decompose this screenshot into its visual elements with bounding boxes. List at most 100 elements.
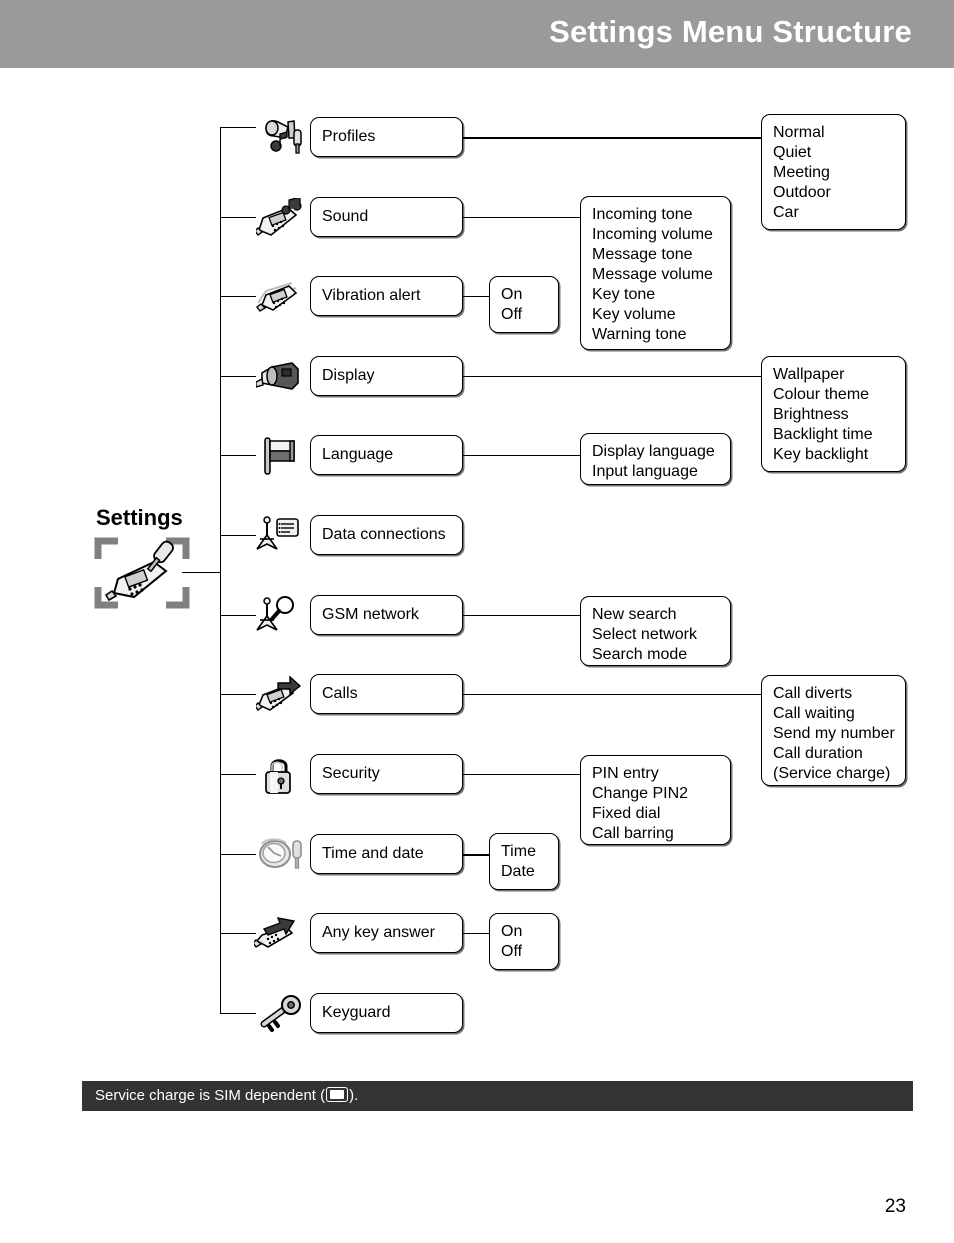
submenu-box-time-and-date[interactable]: Time Date [489,833,559,890]
menu-label: Calls [322,685,358,702]
submenu-item: On [501,923,523,940]
connector-time-and-date [463,854,490,856]
submenu-item: Change PIN2 [592,785,689,802]
phone-music-note-icon [256,198,302,240]
phone-keys-arrow-icon [254,913,300,955]
submenu-item: Wallpaper [773,366,845,383]
submenu-item: Message tone [592,246,693,263]
connector-profiles [463,137,762,139]
submenu-item: Send my number [773,725,895,742]
submenu-item: Colour theme [773,386,870,403]
submenu-item: Off [501,943,523,960]
branch-stub [220,535,256,536]
menu-box-profiles[interactable]: Profiles [310,117,463,157]
submenu-item: Quiet [773,144,812,161]
menu-box-time-and-date[interactable]: Time and date [310,834,463,874]
submenu-box-gsm-network[interactable]: New search Select network Search mode [580,596,731,666]
branch-stub [220,376,256,377]
submenu-item: Fixed dial [592,805,661,822]
branch-stub [220,615,256,616]
connector-vibration [463,296,490,297]
page-number: 23 [884,1196,906,1217]
phone-vibrating-icon [256,277,302,319]
connector-sound [463,217,581,218]
clock-screwdriver-icon [258,832,304,874]
menu-label: Vibration alert [322,287,421,304]
branch-stub [220,933,256,934]
menu-box-calls[interactable]: Calls [310,674,463,714]
submenu-item: Car [773,204,799,221]
submenu-item: Backlight time [773,426,873,443]
flag-icon [260,434,306,476]
tree-trunk [220,127,221,1013]
submenu-box-display[interactable]: Wallpaper Colour theme Brightness Backli… [761,356,906,472]
branch-stub [220,217,256,218]
submenu-item: Date [501,863,535,880]
menu-box-sound[interactable]: Sound [310,197,463,237]
menu-label: Security [322,765,380,782]
menu-label: GSM network [322,606,419,623]
submenu-item: Call diverts [773,685,853,702]
submenu-box-vibration-alert[interactable]: On Off [489,276,559,333]
menu-label: Time and date [322,845,424,862]
connector-gsm-network [463,615,581,616]
footnote-text: Service charge is SIM dependent (). [95,1087,358,1104]
submenu-item: Key backlight [773,446,869,463]
submenu-box-sound[interactable]: Incoming tone Incoming volume Message to… [580,196,731,350]
padlock-icon [262,754,308,796]
submenu-item: Off [501,306,523,323]
submenu-item: Search mode [592,646,688,663]
submenu-item: Select network [592,626,697,643]
projector-icon [256,357,302,399]
menu-box-security[interactable]: Security [310,754,463,794]
submenu-item: Call barring [592,825,674,842]
menu-box-display[interactable]: Display [310,356,463,396]
menu-box-vibration-alert[interactable]: Vibration alert [310,276,463,316]
phone-screwdriver-icon [92,533,192,613]
connector-display [463,376,762,377]
footnote-bar: Service charge is SIM dependent (). [82,1081,913,1111]
root-label: Settings [96,505,183,530]
submenu-box-calls[interactable]: Call diverts Call waiting Send my number… [761,675,906,786]
menu-label: Keyguard [322,1004,391,1021]
submenu-item: Brightness [773,406,849,423]
submenu-box-profiles[interactable]: Normal Quiet Meeting Outdoor Car [761,114,906,230]
sim-card-icon [326,1087,349,1102]
submenu-item: Meeting [773,164,830,181]
submenu-item: Key volume [592,306,676,323]
menu-label: Profiles [322,128,376,145]
submenu-item: Call duration [773,745,863,762]
key-icon [258,994,304,1036]
branch-stub [220,774,256,775]
menu-label: Language [322,446,394,463]
menu-label: Sound [322,208,369,225]
antenna-magnifier-icon [254,594,300,636]
menu-box-data-connections[interactable]: Data connections [310,515,463,555]
submenu-item: Outdoor [773,184,831,201]
branch-stub [220,455,256,456]
submenu-item: Time [501,843,536,860]
menu-box-language[interactable]: Language [310,435,463,475]
submenu-item: Incoming tone [592,206,693,223]
connector-security [463,774,581,775]
connector-calls [463,694,762,695]
submenu-box-security[interactable]: PIN entry Change PIN2 Fixed dial Call ba… [580,755,731,845]
submenu-item: (Service charge) [773,765,891,782]
menu-box-gsm-network[interactable]: GSM network [310,595,463,635]
menu-box-keyguard[interactable]: Keyguard [310,993,463,1033]
connector-language [463,455,581,456]
branch-stub [220,854,256,855]
submenu-item: Normal [773,124,825,141]
submenu-item: Incoming volume [592,226,713,243]
menu-label: Display [322,367,375,384]
branch-stub [220,694,256,695]
menu-box-any-key-answer[interactable]: Any key answer [310,913,463,953]
submenu-box-language[interactable]: Display language Input language [580,433,731,485]
branch-stub [220,1013,256,1014]
submenu-item: Display language [592,443,715,460]
submenu-item: New search [592,606,677,623]
submenu-item: PIN entry [592,765,659,782]
phone-arrow-icon [256,674,302,716]
submenu-item: Message volume [592,266,713,283]
submenu-box-any-key-answer[interactable]: On Off [489,913,559,970]
